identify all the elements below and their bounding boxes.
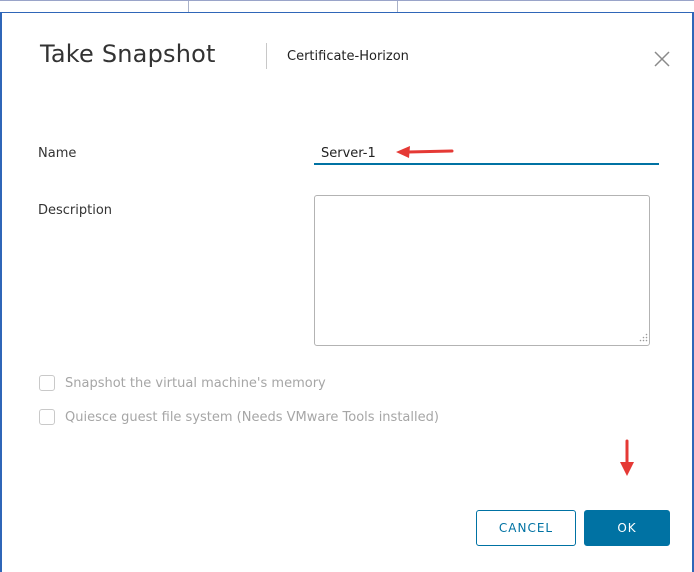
dialog-title: Take Snapshot [40,40,216,68]
description-label: Description [38,203,113,218]
column-divider [397,1,398,12]
screenshot: Take Snapshot Certificate-Horizon Name D… [0,0,694,572]
memory-checkbox-label: Snapshot the virtual machine's memory [65,375,326,391]
red-arrow-down-icon [620,439,634,476]
column-divider [188,1,189,12]
dialog-subtitle: Certificate-Horizon [287,49,409,64]
memory-checkbox[interactable] [39,375,55,391]
close-button[interactable] [652,49,672,69]
quiesce-option[interactable]: Quiesce guest file system (Needs VMware … [39,409,439,425]
take-snapshot-dialog: Take Snapshot Certificate-Horizon Name D… [2,13,692,572]
close-icon [654,51,670,67]
quiesce-checkbox[interactable] [39,409,55,425]
description-textarea[interactable] [314,195,650,346]
red-arrow-left-icon [396,146,454,158]
quiesce-checkbox-label: Quiesce guest file system (Needs VMware … [65,409,439,425]
name-input[interactable] [314,143,659,165]
name-label: Name [38,146,77,161]
title-separator [266,43,267,69]
cancel-button[interactable]: CANCEL [476,510,576,546]
memory-option[interactable]: Snapshot the virtual machine's memory [39,375,326,391]
ok-button[interactable]: OK [584,510,670,546]
resize-grip-icon[interactable] [639,333,648,342]
background-window-header [0,0,694,13]
